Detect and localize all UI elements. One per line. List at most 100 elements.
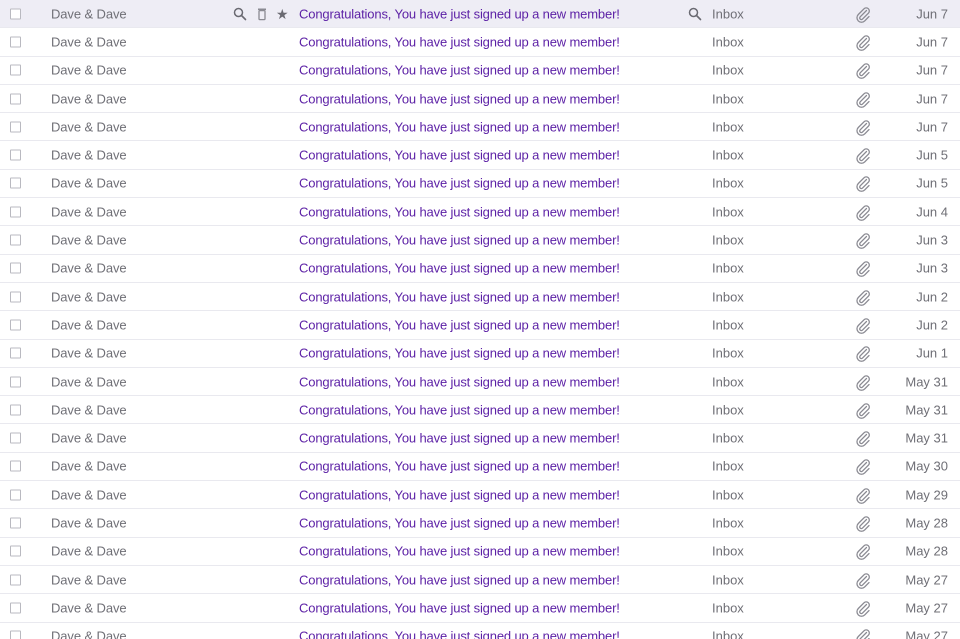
subject-line: Congratulations, You have just signed up… <box>299 572 620 588</box>
message-row[interactable]: Dave & Dave Congratulations, You have ju… <box>0 424 960 453</box>
select-checkbox[interactable] <box>10 149 21 161</box>
sender-name: Dave & Dave <box>51 572 127 588</box>
message-row[interactable]: Dave & Dave Congratulations, You have ju… <box>0 255 960 283</box>
subject-line: Congratulations, You have just signed up… <box>299 260 620 276</box>
message-row[interactable]: Dave & Dave Congratulations, You have ju… <box>0 170 960 199</box>
folder-label: Inbox <box>712 430 744 446</box>
select-checkbox[interactable] <box>10 36 21 48</box>
select-checkbox[interactable] <box>10 291 21 303</box>
select-checkbox[interactable] <box>10 460 21 472</box>
message-row[interactable]: Dave & Dave Congratulations, You have ju… <box>0 538 960 566</box>
paperclip-icon <box>855 571 871 589</box>
sender-name: Dave & Dave <box>51 374 127 389</box>
received-date: May 30 <box>905 458 948 474</box>
subject-line: Congratulations, You have just signed up… <box>299 628 620 639</box>
select-checkbox[interactable] <box>10 376 21 387</box>
folder-search-icon[interactable] <box>688 7 702 21</box>
message-row[interactable]: Dave & Dave Congratulations, You have ju… <box>0 85 960 114</box>
paperclip-icon <box>855 33 871 51</box>
select-checkbox[interactable] <box>10 206 21 218</box>
message-row[interactable]: Dave & Dave Congratulations, You have ju… <box>0 453 960 482</box>
search-icon[interactable] <box>233 7 247 21</box>
folder-label: Inbox <box>712 204 744 220</box>
message-row[interactable]: Dave & Dave Congratulations, You have ju… <box>0 396 960 425</box>
select-checkbox[interactable] <box>10 404 21 416</box>
subject-line: Congratulations, You have just signed up… <box>299 317 620 333</box>
message-row-hovered[interactable]: Dave & Dave Congratulations, You have ju… <box>0 0 960 29</box>
paperclip-icon <box>855 457 871 476</box>
sender-name: Dave & Dave <box>51 458 127 474</box>
received-date: May 27 <box>905 572 948 588</box>
sender-name: Dave & Dave <box>51 204 127 220</box>
select-checkbox[interactable] <box>10 177 21 189</box>
sender-name: Dave & Dave <box>51 515 127 531</box>
message-row[interactable]: Dave & Dave Congratulations, You have ju… <box>0 28 960 57</box>
folder-label: Inbox <box>712 402 744 418</box>
message-row[interactable]: Dave & Dave Congratulations, You have ju… <box>0 283 960 312</box>
sender-name: Dave & Dave <box>51 119 127 135</box>
message-row[interactable]: Dave & Dave Congratulations, You have ju… <box>0 368 960 397</box>
select-checkbox[interactable] <box>10 489 21 501</box>
sender-name: Dave & Dave <box>51 260 127 276</box>
sender-name: Dave & Dave <box>51 543 127 559</box>
folder-label: Inbox <box>712 91 744 107</box>
paperclip-icon <box>855 203 871 221</box>
paperclip-icon <box>855 599 871 617</box>
select-checkbox[interactable] <box>10 262 21 274</box>
trash-icon[interactable] <box>255 7 269 21</box>
folder-label: Inbox <box>712 6 744 22</box>
message-row[interactable]: Dave & Dave Congratulations, You have ju… <box>0 226 960 255</box>
folder-label: Inbox <box>712 289 744 305</box>
sender-name: Dave & Dave <box>51 430 127 446</box>
message-row[interactable]: Dave & Dave Congratulations, You have ju… <box>0 141 960 170</box>
received-date: Jun 7 <box>916 6 948 22</box>
subject-line: Congratulations, You have just signed up… <box>299 34 620 50</box>
received-date: Jun 7 <box>916 62 948 78</box>
folder-label: Inbox <box>712 572 744 588</box>
message-row[interactable]: Dave & Dave Congratulations, You have ju… <box>0 509 960 538</box>
paperclip-icon <box>855 486 871 504</box>
select-checkbox[interactable] <box>10 602 21 614</box>
folder-label: Inbox <box>712 62 744 78</box>
message-list: Dave & Dave Congratulations, You have ju… <box>0 0 960 639</box>
sender-name: Dave & Dave <box>51 6 127 22</box>
message-row[interactable]: Dave & Dave Congratulations, You have ju… <box>0 594 960 623</box>
message-row[interactable]: Dave & Dave Congratulations, You have ju… <box>0 311 960 340</box>
message-row[interactable]: Dave & Dave Congratulations, You have ju… <box>0 57 960 85</box>
paperclip-icon <box>855 118 871 136</box>
folder-label: Inbox <box>712 175 744 191</box>
paperclip-icon <box>855 288 871 306</box>
select-checkbox[interactable] <box>10 545 21 557</box>
message-row[interactable]: Dave & Dave Congratulations, You have ju… <box>0 340 960 368</box>
select-checkbox[interactable] <box>10 517 21 529</box>
message-row[interactable]: Dave & Dave Congratulations, You have ju… <box>0 113 960 142</box>
subject-line: Congratulations, You have just signed up… <box>299 232 620 248</box>
message-row[interactable]: Dave & Dave Congratulations, You have ju… <box>0 623 960 639</box>
select-checkbox[interactable] <box>10 64 21 76</box>
message-row[interactable]: Dave & Dave Congratulations, You have ju… <box>0 198 960 227</box>
sender-name: Dave & Dave <box>51 317 127 333</box>
select-checkbox[interactable] <box>10 234 21 246</box>
received-date: Jun 2 <box>916 289 948 305</box>
sender-name: Dave & Dave <box>51 600 127 616</box>
received-date: Jun 3 <box>916 260 948 276</box>
select-checkbox[interactable] <box>10 93 21 105</box>
select-checkbox[interactable] <box>10 432 21 444</box>
select-checkbox[interactable] <box>10 347 21 359</box>
subject-line: Congratulations, You have just signed up… <box>299 543 620 559</box>
sender-name: Dave & Dave <box>51 34 127 50</box>
subject-line: Congratulations, You have just signed up… <box>299 91 620 107</box>
subject-line: Congratulations, You have just signed up… <box>299 402 620 418</box>
star-icon[interactable]: ★ <box>276 7 290 21</box>
select-checkbox[interactable] <box>10 319 21 331</box>
message-row[interactable]: Dave & Dave Congratulations, You have ju… <box>0 566 960 595</box>
select-checkbox[interactable] <box>10 121 21 133</box>
select-checkbox[interactable] <box>10 630 21 639</box>
select-checkbox[interactable] <box>10 8 21 20</box>
message-row[interactable]: Dave & Dave Congratulations, You have ju… <box>0 481 960 510</box>
paperclip-icon <box>855 316 871 334</box>
sender-name: Dave & Dave <box>51 232 127 248</box>
select-checkbox[interactable] <box>10 574 21 586</box>
sender-name: Dave & Dave <box>51 402 127 418</box>
sender-name: Dave & Dave <box>51 62 127 78</box>
